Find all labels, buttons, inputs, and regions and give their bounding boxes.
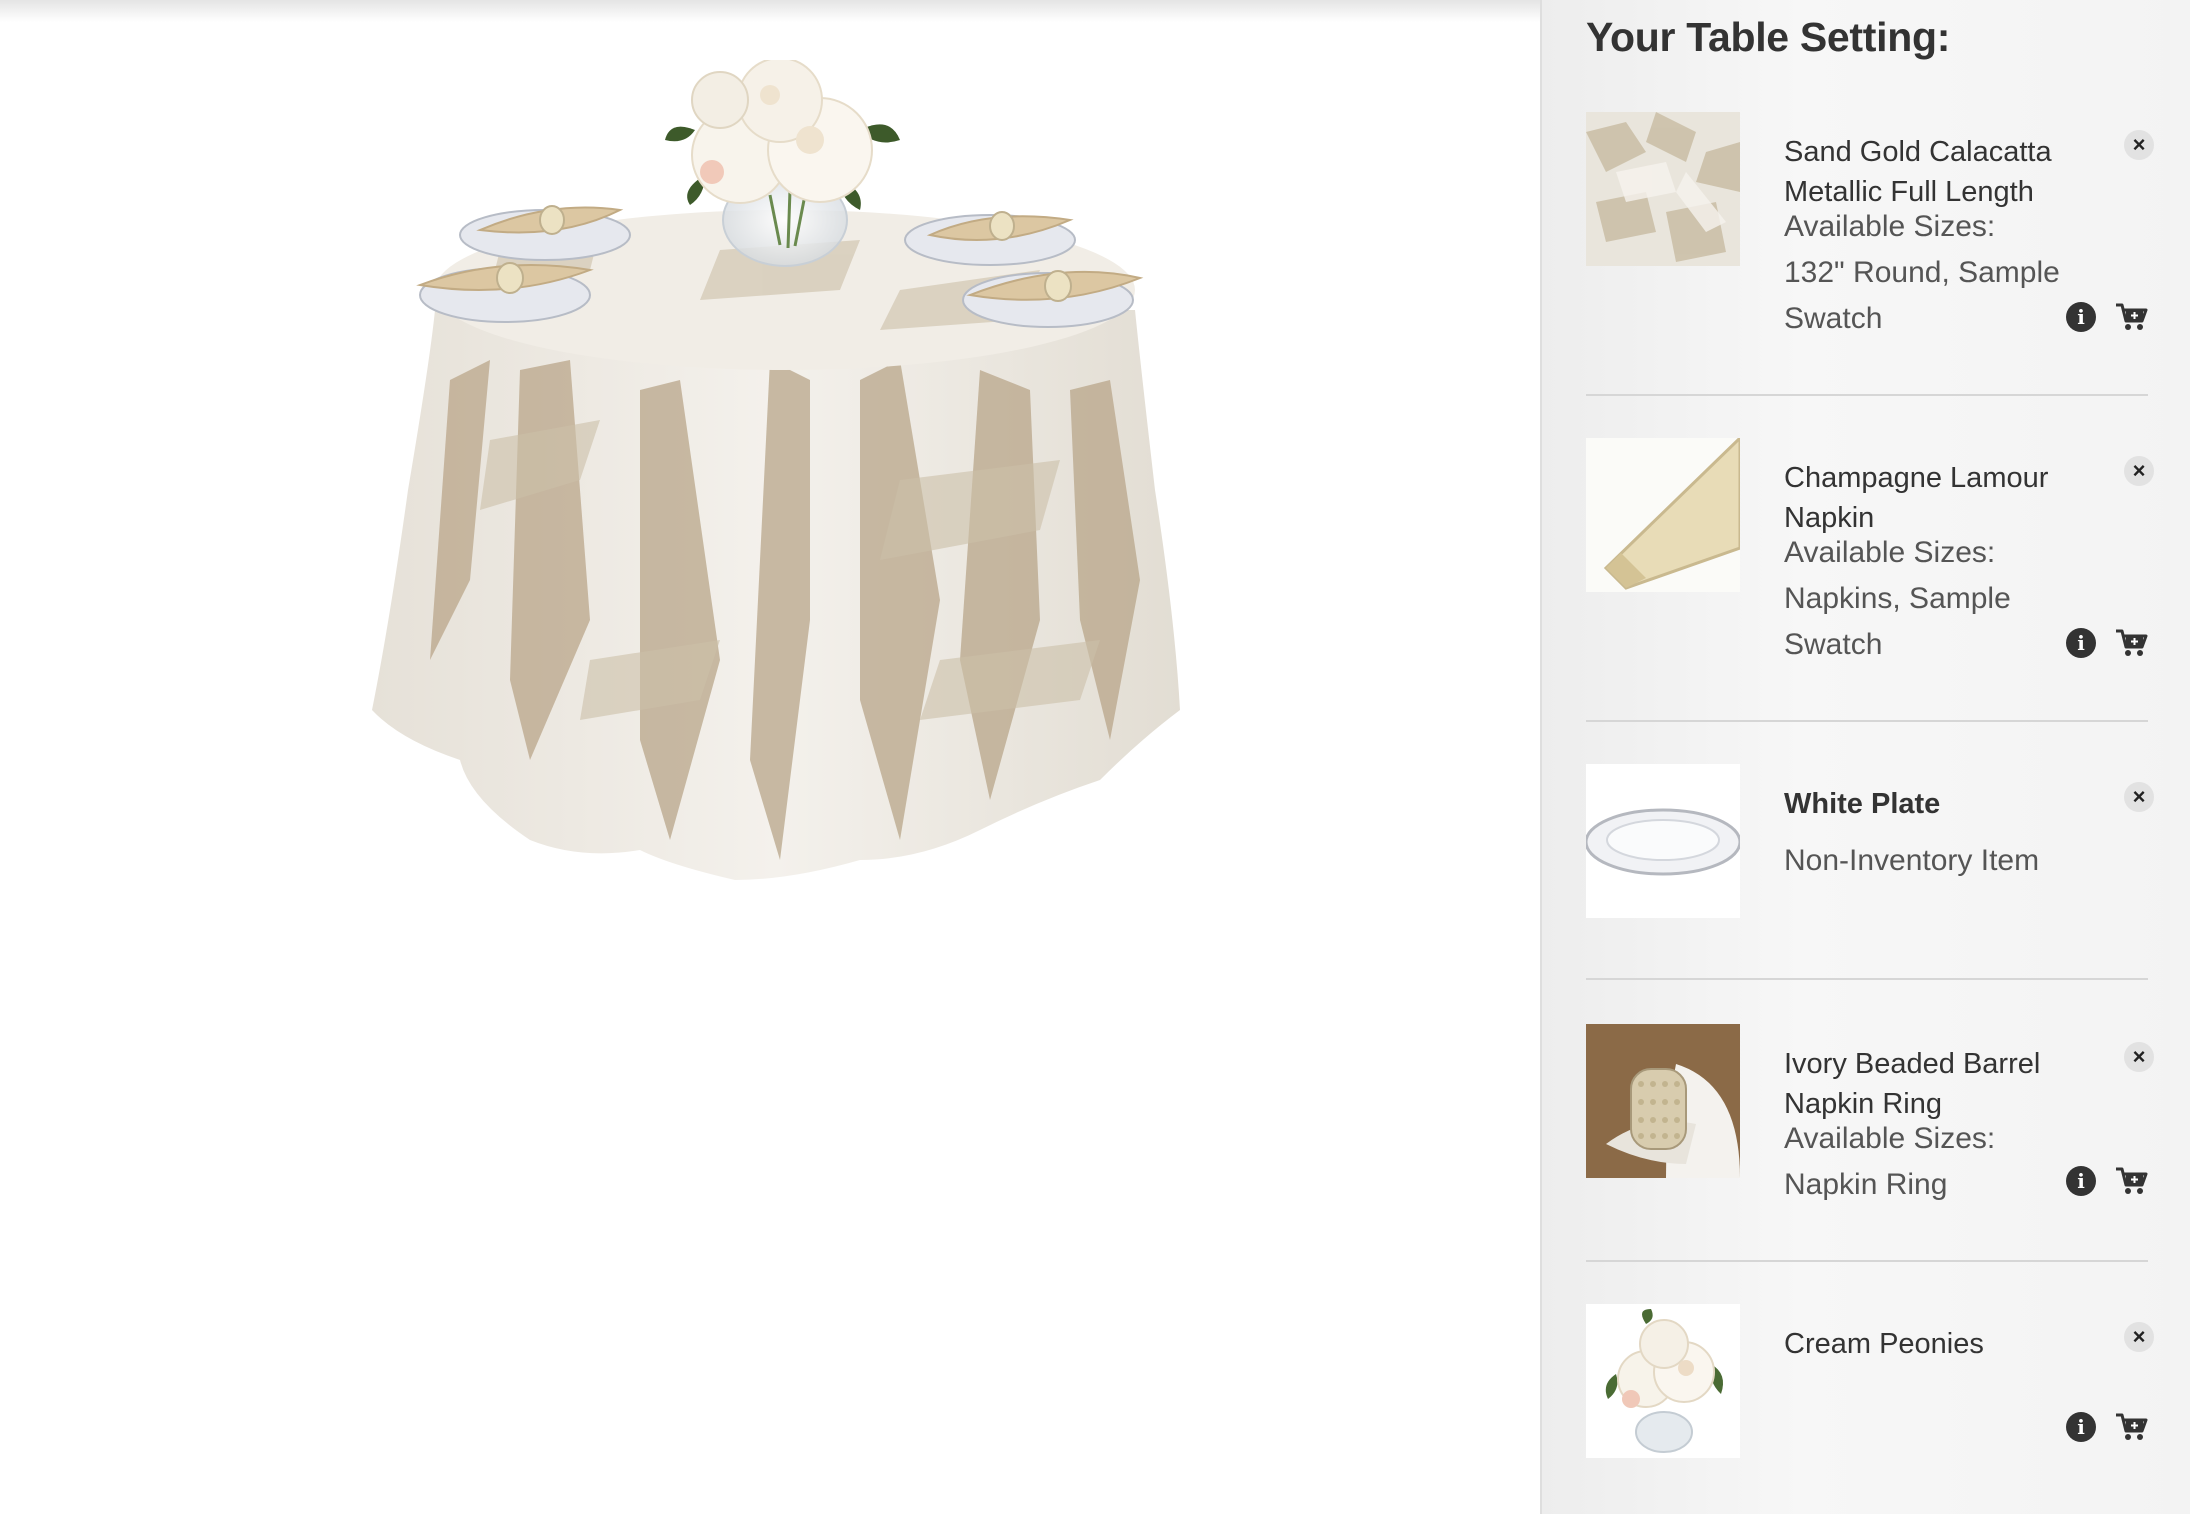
add-to-cart-icon	[2116, 629, 2148, 656]
close-icon: ×	[2132, 1324, 2146, 1349]
flowers-thumbnail[interactable]	[1586, 1304, 1740, 1458]
info-button[interactable]: i	[2066, 1412, 2096, 1442]
add-to-cart-button[interactable]	[2114, 1166, 2148, 1196]
close-icon: ×	[2132, 784, 2146, 809]
napkin-thumbnail[interactable]	[1586, 438, 1740, 592]
add-to-cart-icon	[2116, 303, 2148, 330]
setting-item-napkin-ring: Ivory Beaded Barrel Napkin Ring Availabl…	[1586, 1024, 2154, 1262]
info-button[interactable]: i	[2066, 1166, 2096, 1196]
info-icon: i	[2077, 1169, 2085, 1193]
setting-item-tablecloth: Sand Gold Calacatta Metallic Full Length…	[1586, 112, 2154, 396]
plate-thumbnail[interactable]	[1586, 764, 1740, 918]
item-name[interactable]: Cream Peonies	[1784, 1324, 2084, 1364]
info-button[interactable]: i	[2066, 302, 2096, 332]
sizes-value: Napkin Ring	[1784, 1168, 1948, 1201]
table-preview	[0, 0, 1540, 1514]
white-plate-icon	[1586, 764, 1740, 918]
info-icon: i	[2077, 305, 2085, 329]
sizes-label: Available Sizes:	[1784, 536, 1996, 569]
setting-item-napkin: Champagne Lamour Napkin Available Sizes:…	[1586, 438, 2154, 722]
close-icon: ×	[2132, 458, 2146, 483]
sizes-label: Available Sizes:	[1784, 210, 1996, 243]
sizes-value: Napkins, Sample Swatch	[1784, 582, 2011, 661]
marble-swatch-icon	[1586, 112, 1740, 266]
remove-item-button[interactable]: ×	[2124, 456, 2154, 486]
info-button[interactable]: i	[2066, 628, 2096, 658]
add-to-cart-icon	[2116, 1413, 2148, 1440]
sizes-value: 132" Round, Sample Swatch	[1784, 256, 2060, 335]
beaded-napkin-ring-icon	[1586, 1024, 1740, 1178]
add-to-cart-icon	[2116, 1167, 2148, 1194]
non-inventory-note: Non-Inventory Item	[1784, 844, 2040, 877]
peony-vase-icon	[1586, 1304, 1740, 1458]
add-to-cart-button[interactable]	[2114, 628, 2148, 658]
napkin-ring-thumbnail[interactable]	[1586, 1024, 1740, 1178]
folded-napkin-icon	[1586, 438, 1740, 592]
close-icon: ×	[2132, 132, 2146, 157]
item-name[interactable]: Ivory Beaded Barrel Napkin Ring	[1784, 1044, 2084, 1124]
item-name[interactable]: White Plate	[1784, 784, 2084, 824]
item-name[interactable]: Sand Gold Calacatta Metallic Full Length	[1784, 132, 2084, 212]
remove-item-button[interactable]: ×	[2124, 782, 2154, 812]
table-setting-panel: Your Table Setting: Sand Gold Calacatta …	[1540, 0, 2190, 1514]
info-icon: i	[2077, 1415, 2085, 1439]
remove-item-button[interactable]: ×	[2124, 1322, 2154, 1352]
remove-item-button[interactable]: ×	[2124, 130, 2154, 160]
item-name[interactable]: Champagne Lamour Napkin	[1784, 458, 2084, 538]
sizes-label: Available Sizes:	[1784, 1122, 1996, 1155]
setting-item-flowers: Cream Peonies × i	[1586, 1304, 2154, 1504]
table-setting-illustration	[372, 60, 1180, 880]
info-icon: i	[2077, 631, 2085, 655]
panel-title: Your Table Setting:	[1586, 14, 1951, 60]
tablecloth-thumbnail[interactable]	[1586, 112, 1740, 266]
setting-item-plate: White Plate Non-Inventory Item ×	[1586, 764, 2154, 980]
add-to-cart-button[interactable]	[2114, 302, 2148, 332]
add-to-cart-button[interactable]	[2114, 1412, 2148, 1442]
close-icon: ×	[2132, 1044, 2146, 1069]
remove-item-button[interactable]: ×	[2124, 1042, 2154, 1072]
